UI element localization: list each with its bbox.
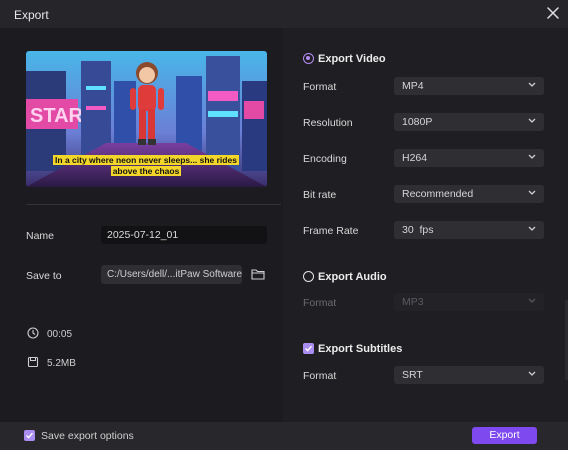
bit-rate-select[interactable]: Recommended xyxy=(394,185,544,203)
video-preview: STAR In a city where neon never sleeps..… xyxy=(26,51,267,187)
checkmark-icon xyxy=(26,432,34,439)
frame-rate-select[interactable]: 30 fps xyxy=(394,221,544,239)
chevron-down-icon xyxy=(528,190,536,195)
title-bar: Export xyxy=(0,0,568,28)
chevron-down-icon xyxy=(528,82,536,87)
resolution-value: 1080P xyxy=(402,116,433,128)
chevron-down-icon xyxy=(528,226,536,231)
video-format-label: Format xyxy=(303,81,337,93)
divider xyxy=(26,204,281,205)
name-input[interactable]: 2025-07-12_01 xyxy=(101,226,267,244)
chevron-down-icon xyxy=(528,118,536,123)
duration-value: 00:05 xyxy=(47,329,73,340)
bit-rate-label: Bit rate xyxy=(303,189,337,201)
export-video-radio[interactable] xyxy=(303,53,314,64)
audio-format-select: MP3 xyxy=(394,293,544,311)
close-icon[interactable] xyxy=(545,5,561,21)
video-format-select[interactable]: MP4 xyxy=(394,77,544,95)
resolution-select[interactable]: 1080P xyxy=(394,113,544,131)
export-audio-radio[interactable] xyxy=(303,271,314,282)
export-subtitles-checkbox[interactable] xyxy=(303,343,314,354)
chevron-down-icon xyxy=(528,298,536,303)
frame-rate-value: 30 fps xyxy=(402,224,434,236)
save-path-field[interactable]: C:/Users/dell/...itPaw Software xyxy=(101,265,242,284)
name-label: Name xyxy=(26,230,55,242)
subtitle-format-label: Format xyxy=(303,370,337,382)
save-to-label: Save to xyxy=(26,270,62,282)
encoding-select[interactable]: H264 xyxy=(394,149,544,167)
file-size-value: 5.2MB xyxy=(47,358,76,369)
folder-icon[interactable] xyxy=(251,268,265,280)
audio-format-value: MP3 xyxy=(402,296,424,308)
audio-format-label: Format xyxy=(303,297,337,309)
clock-icon xyxy=(27,327,39,339)
subtitle-format-value: SRT xyxy=(402,369,423,381)
chevron-down-icon xyxy=(528,371,536,376)
checkmark-icon xyxy=(305,345,313,352)
file-size-icon xyxy=(27,356,39,368)
video-format-value: MP4 xyxy=(402,80,424,92)
encoding-label: Encoding xyxy=(303,153,347,165)
dialog-title: Export xyxy=(14,8,49,22)
resolution-label: Resolution xyxy=(303,117,353,129)
save-options-label: Save export options xyxy=(41,430,134,442)
export-video-label: Export Video xyxy=(318,53,386,65)
export-button[interactable]: Export xyxy=(472,427,537,444)
export-subtitles-label: Export Subtitles xyxy=(318,343,403,355)
bit-rate-value: Recommended xyxy=(402,188,474,200)
export-audio-label: Export Audio xyxy=(318,271,387,283)
save-options-checkbox[interactable] xyxy=(24,430,35,441)
chevron-down-icon xyxy=(528,154,536,159)
subtitle-caption: In a city where neon never sleeps... she… xyxy=(53,155,239,176)
encoding-value: H264 xyxy=(402,152,428,164)
svg-text:STAR: STAR xyxy=(30,105,84,127)
subtitle-format-select[interactable]: SRT xyxy=(394,366,544,384)
frame-rate-label: Frame Rate xyxy=(303,225,359,237)
